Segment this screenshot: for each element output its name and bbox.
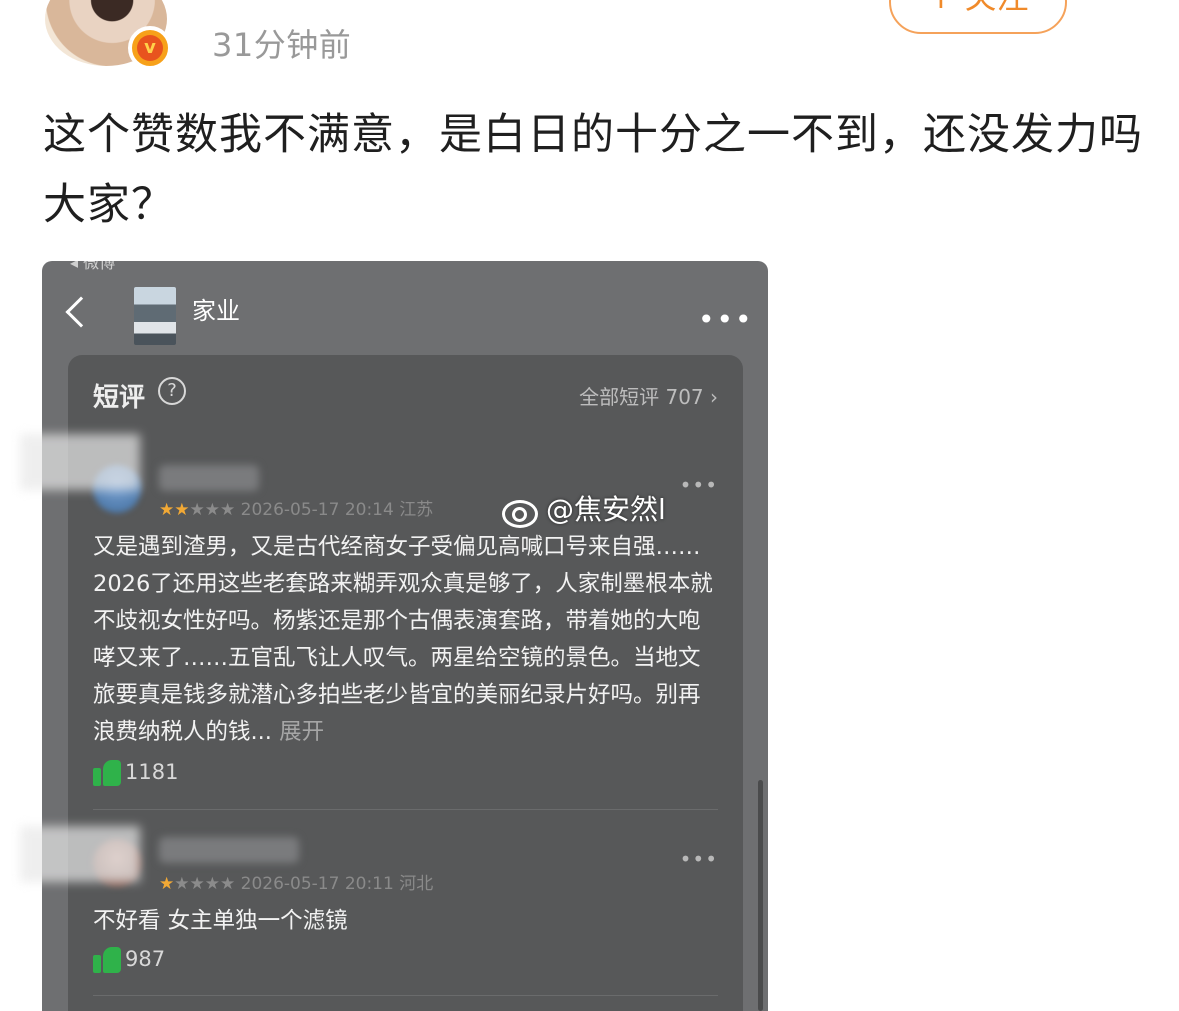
all-reviews-link: 全部短评 707 › (579, 385, 718, 409)
rating-stars: ★★★★★ (159, 874, 236, 894)
review-location: 河北 (399, 874, 434, 894)
status-back-label: ◂ 微博 (70, 261, 116, 272)
review-text: 不好看 女主单独一个滤镜 (93, 908, 348, 934)
like-number: 987 (125, 947, 166, 971)
review-date: 2026-05-17 20:14 (240, 500, 394, 520)
thumbs-up-icon (93, 945, 123, 973)
help-icon: ? (158, 377, 186, 405)
review-meta: ★★★★★ 2026-05-17 20:11 河北 (159, 869, 433, 894)
section-title: 短评 (93, 383, 146, 413)
embedded-screenshot[interactable]: ◂ 微博 家业 ••• 短评 ? 全部短评 707 › ★★★★★ 2026-0… (42, 261, 768, 1011)
post-time: 31分钟前 (212, 26, 352, 64)
privacy-blur (20, 826, 140, 882)
reviewer-name-blurred (159, 465, 259, 491)
review-meta: ★★★★★ 2026-05-17 20:14 江苏 (159, 495, 433, 520)
post-text: 这个赞数我不满意，是白日的十分之一不到，还没发力吗大家？ (43, 110, 1143, 230)
expand-link: 展开 (279, 719, 325, 745)
like-number: 1181 (125, 760, 179, 784)
show-poster (134, 287, 176, 345)
divider (93, 995, 718, 996)
reviewer-name-blurred (159, 837, 299, 863)
divider (93, 809, 718, 810)
like-count: 1181 (93, 758, 178, 786)
thumbs-up-icon (93, 758, 123, 786)
more-icon: ••• (698, 303, 754, 336)
weibo-icon (500, 492, 540, 528)
verified-badge-icon: v (128, 26, 172, 70)
review-location: 江苏 (399, 500, 434, 520)
review-body: 又是遇到渣男，又是古代经商女子受偏见高喊口号来自强……2026了还用这些老套路来… (93, 534, 713, 745)
review-more-icon: ••• (679, 473, 718, 497)
scrollbar (758, 780, 763, 1011)
show-title: 家业 (192, 297, 240, 325)
follow-button[interactable]: + 关注 (889, 0, 1067, 34)
review-date: 2026-05-17 20:11 (240, 874, 394, 894)
review-more-icon: ••• (679, 847, 718, 871)
rating-stars: ★★★★★ (159, 500, 236, 520)
review-text: 又是遇到渣男，又是古代经商女子受偏见高喊口号来自强……2026了还用这些老套路来… (93, 529, 718, 751)
watermark-text: @焦安然l (546, 493, 666, 526)
privacy-blur (20, 434, 140, 490)
short-review-panel: 短评 ? 全部短评 707 › ★★★★★ 2026-05-17 20:14 江… (68, 355, 743, 1011)
back-icon (65, 296, 97, 328)
weibo-watermark: @焦安然l (500, 488, 666, 528)
like-count: 987 (93, 945, 165, 973)
